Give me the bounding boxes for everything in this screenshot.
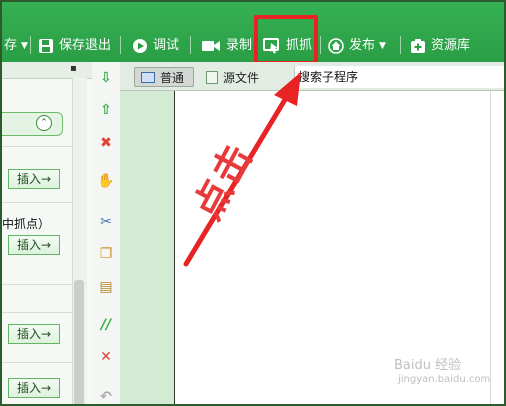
watermark-url: jingyan.baidu.com <box>398 374 491 385</box>
app-window: 存 ▼ 保存退出 调试 录制 抓抓 发布 ▼ 资源库 ▪ ⌃ 插入→ 中抓点） … <box>0 0 506 406</box>
watermark-logo: Baidu 经验 <box>394 358 462 373</box>
annotation-arrow <box>183 72 301 267</box>
